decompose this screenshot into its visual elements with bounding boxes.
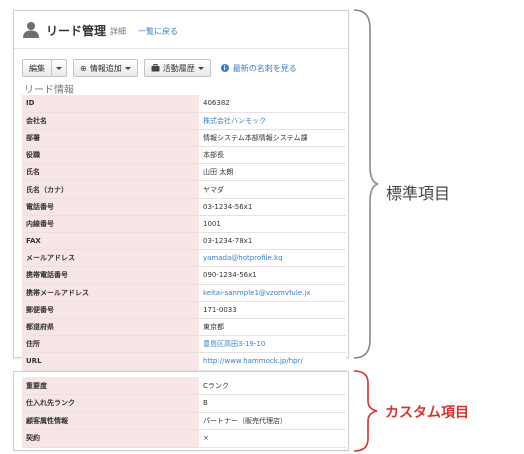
field-label: メールアドレス bbox=[22, 249, 199, 268]
field-row: 都道府県 東京都 bbox=[22, 318, 346, 337]
custom-fields-table: 重要度 Cランク 仕入れ先ランク B 顧客属性情報 パートナー（販売代理店） 契約 × bbox=[22, 377, 346, 448]
add-info-button-label: 情報追加 bbox=[89, 63, 122, 73]
field-label: 重要度 bbox=[22, 377, 199, 395]
header-divider bbox=[14, 48, 348, 49]
back-to-list-link[interactable]: 一覧に戻る bbox=[138, 26, 178, 37]
field-label: FAX bbox=[22, 232, 199, 251]
field-value: × bbox=[199, 429, 346, 448]
field-row: 契約 × bbox=[22, 429, 346, 448]
field-label: ID bbox=[22, 95, 199, 113]
field-label: 顧客属性情報 bbox=[22, 412, 199, 430]
field-row: 電話番号 03-1234-56x1 bbox=[22, 198, 346, 216]
field-value: 本部長 bbox=[199, 146, 346, 165]
custom-fields-panel: 重要度 Cランク 仕入れ先ランク B 顧客属性情報 パートナー（販売代理店） 契約 × bbox=[13, 371, 349, 451]
custom-fields-brace bbox=[353, 370, 378, 452]
field-row: 役職 本部長 bbox=[22, 146, 346, 165]
field-row: 顧客属性情報 パートナー（販売代理店） bbox=[22, 412, 346, 430]
activity-history-button[interactable]: 活動履歴 bbox=[143, 59, 211, 77]
field-value: 406382 bbox=[199, 95, 346, 113]
field-label: 郵便番号 bbox=[22, 301, 199, 319]
chevron-down-icon bbox=[56, 66, 62, 70]
chevron-down-icon bbox=[197, 66, 204, 70]
field-label: 内線番号 bbox=[22, 215, 199, 234]
field-label: 電話番号 bbox=[22, 198, 199, 216]
field-value: 情報システム本部情報システム課 bbox=[199, 129, 346, 148]
field-row: 郵便番号 171-0033 bbox=[22, 301, 346, 319]
field-label: 住所 bbox=[22, 335, 199, 354]
field-row: 氏名（カナ） ヤマダ bbox=[22, 180, 346, 199]
field-value-link[interactable]: keitai-sanmple1@vzomvfule.jx bbox=[199, 284, 346, 302]
field-value: 1001 bbox=[199, 215, 346, 234]
field-row: 携帯メールアドレス keitai-sanmple1@vzomvfule.jx bbox=[22, 284, 346, 302]
field-row: 住所 豊島区高田3-19-10 bbox=[22, 335, 346, 354]
page-header: リード管理 詳細 一覧に戻る bbox=[22, 17, 178, 43]
field-row: 内線番号 1001 bbox=[22, 215, 346, 234]
field-value-link[interactable]: yamada@hotprofile.kq bbox=[199, 249, 346, 268]
standard-fields-annotation: 標準項目 bbox=[386, 184, 451, 203]
field-value: 山田 太朗 bbox=[199, 163, 346, 182]
field-value: 171-0033 bbox=[199, 301, 346, 319]
field-value: Cランク bbox=[199, 377, 346, 395]
edit-button-label: 編集 bbox=[29, 63, 45, 73]
plus-circle-icon: ⊕ bbox=[80, 63, 87, 73]
field-row: 会社名 株式会社ハンモック bbox=[22, 112, 346, 130]
field-row: ID 406382 bbox=[22, 95, 346, 113]
custom-fields-annotation: カスタム項目 bbox=[385, 405, 469, 421]
person-icon bbox=[23, 22, 39, 38]
field-value: ヤマダ bbox=[199, 180, 346, 199]
field-value-link[interactable]: http://www.hammock.jp/hpr/ bbox=[199, 352, 346, 371]
field-label: 部署 bbox=[22, 129, 199, 148]
section-title: リード情報 bbox=[24, 85, 74, 96]
field-row: FAX 03-1234-78x1 bbox=[22, 232, 346, 251]
page-subtitle: 詳細 bbox=[110, 26, 127, 36]
edit-dropdown-button[interactable] bbox=[51, 59, 67, 77]
field-row: メールアドレス yamada@hotprofile.kq bbox=[22, 249, 346, 268]
briefcase-icon bbox=[151, 64, 160, 72]
field-label: 携帯電話番号 bbox=[22, 266, 199, 285]
chevron-down-icon bbox=[124, 66, 131, 70]
field-value: 東京都 bbox=[199, 318, 346, 337]
field-label: 氏名（カナ） bbox=[22, 180, 199, 199]
edit-button[interactable]: 編集 bbox=[22, 59, 52, 77]
field-value: 03-1234-56x1 bbox=[199, 198, 346, 216]
field-label: 携帯メールアドレス bbox=[22, 284, 199, 302]
field-value-link[interactable]: 株式会社ハンモック bbox=[199, 112, 346, 130]
field-row: URL http://www.hammock.jp/hpr/ bbox=[22, 352, 346, 371]
field-row: 重要度 Cランク bbox=[22, 377, 346, 395]
field-label: 仕入れ先ランク bbox=[22, 394, 199, 413]
field-row: 携帯電話番号 090-1234-56x1 bbox=[22, 266, 346, 285]
field-value: B bbox=[199, 394, 346, 413]
field-label: 会社名 bbox=[22, 112, 199, 130]
field-label: 氏名 bbox=[22, 163, 199, 182]
lead-detail-panel: リード管理 詳細 一覧に戻る 編集 ⊕ 情報追加 活動履歴 i 最新の名刺を見る bbox=[13, 10, 349, 371]
field-label: 契約 bbox=[22, 429, 199, 448]
field-row: 部署 情報システム本部情報システム課 bbox=[22, 129, 346, 148]
field-row: 仕入れ先ランク B bbox=[22, 394, 346, 413]
field-label: 都道府県 bbox=[22, 318, 199, 337]
field-row: 氏名 山田 太朗 bbox=[22, 163, 346, 182]
add-info-button[interactable]: ⊕ 情報追加 bbox=[73, 59, 138, 77]
page-title: リード管理 bbox=[46, 23, 107, 38]
latest-card-link-label: 最新の名刺を見る bbox=[232, 63, 297, 73]
latest-card-link[interactable]: i 最新の名刺を見る bbox=[220, 63, 297, 74]
activity-history-button-label: 活動履歴 bbox=[162, 63, 195, 73]
info-icon: i bbox=[220, 64, 229, 72]
field-value-link[interactable]: 豊島区高田3-19-10 bbox=[199, 335, 346, 354]
field-value: パートナー（販売代理店） bbox=[199, 412, 346, 430]
field-label: 役職 bbox=[22, 146, 199, 165]
toolbar: 編集 ⊕ 情報追加 活動履歴 i 最新の名刺を見る bbox=[22, 58, 297, 78]
field-label: URL bbox=[22, 352, 199, 371]
field-value: 090-1234-56x1 bbox=[199, 266, 346, 285]
field-value: 03-1234-78x1 bbox=[199, 232, 346, 251]
standard-fields-table: ID 406382 会社名 株式会社ハンモック 部署 情報システム本部情報システム課 役職本… bbox=[22, 95, 346, 371]
standard-fields-brace bbox=[353, 9, 379, 359]
